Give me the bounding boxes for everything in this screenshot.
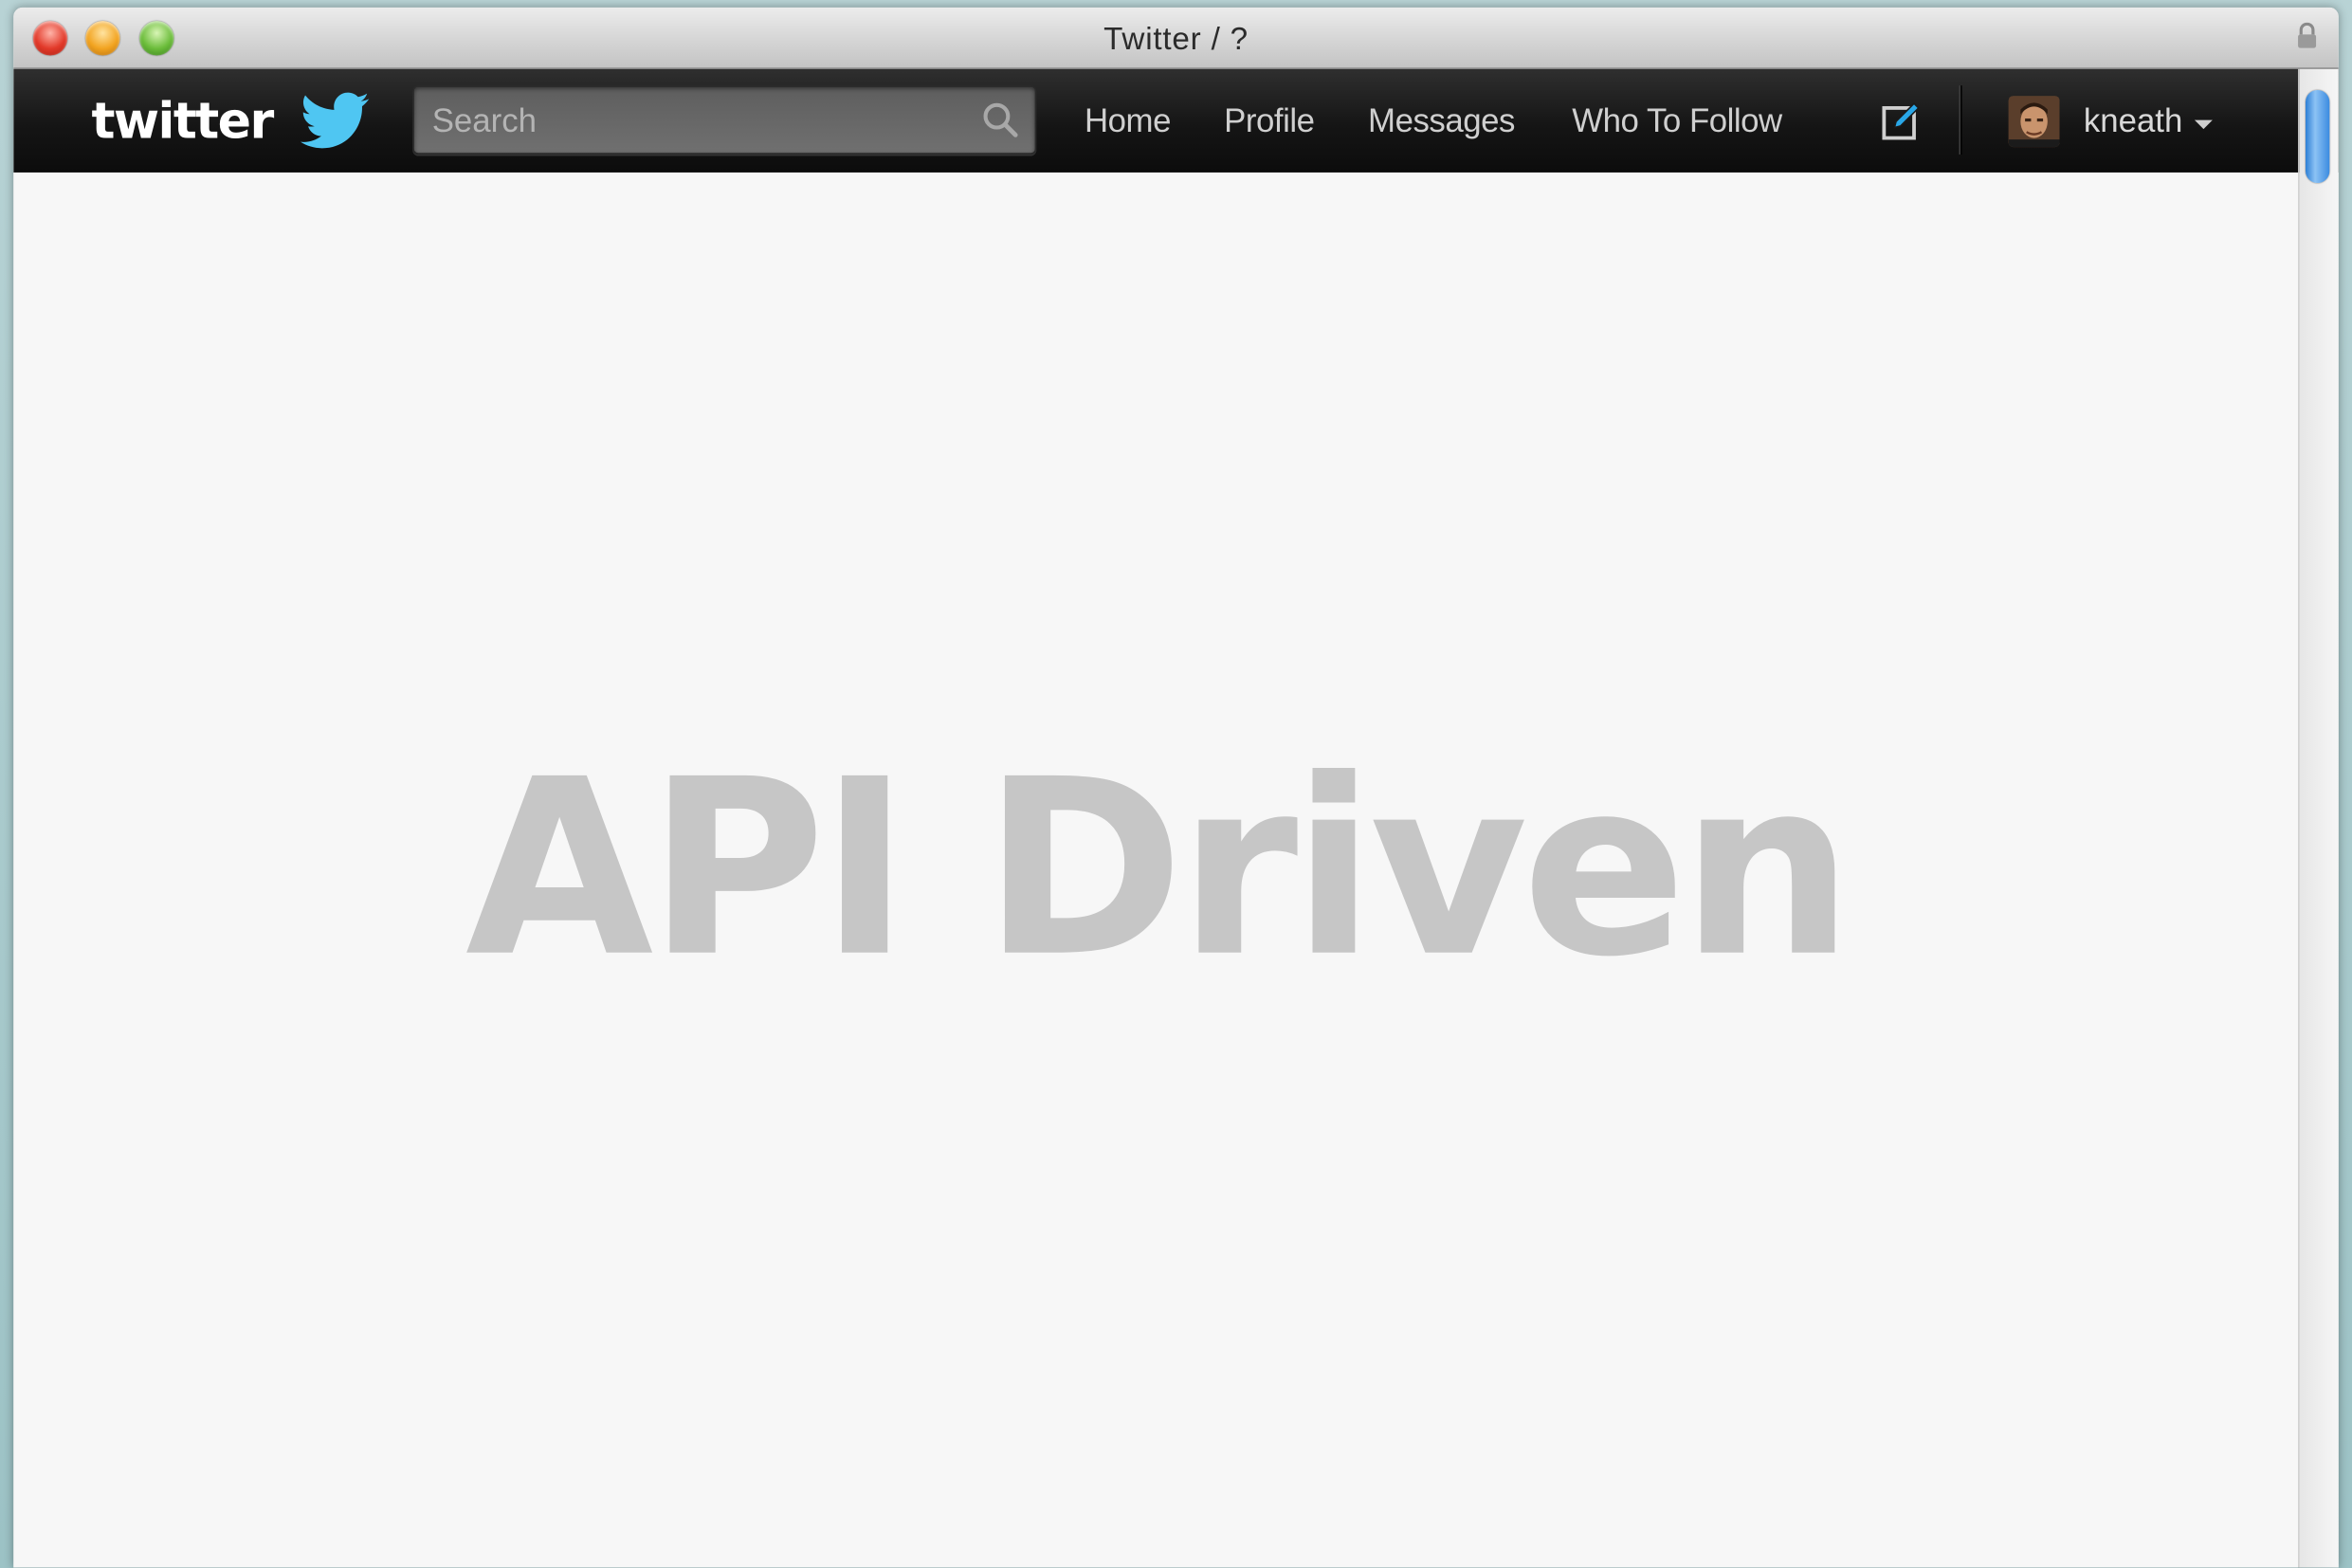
main-content: API Driven bbox=[13, 172, 2300, 1568]
twitter-bird-icon bbox=[300, 92, 370, 149]
compose-icon[interactable] bbox=[1881, 100, 1923, 142]
search-icon[interactable] bbox=[981, 100, 1020, 139]
nav-who-to-follow-link[interactable]: Who To Follow bbox=[1572, 102, 1782, 141]
search-box bbox=[412, 85, 1037, 156]
nav-profile-link[interactable]: Profile bbox=[1224, 102, 1315, 141]
account-username[interactable]: kneath bbox=[2084, 102, 2183, 141]
browser-window: Twitter / ? twitter Home Profile Message… bbox=[13, 7, 2339, 1568]
page-headline: API Driven bbox=[465, 728, 1853, 1012]
twitter-logo[interactable]: twitter bbox=[92, 84, 275, 159]
top-navigation-bar: twitter Home Profile Messages Who To Fol… bbox=[13, 68, 2339, 173]
nav-divider bbox=[1959, 85, 1961, 155]
desktop-background: Twitter / ? twitter Home Profile Message… bbox=[0, 0, 2352, 1568]
window-title: Twitter / ? bbox=[1103, 22, 1249, 58]
window-titlebar[interactable]: Twitter / ? bbox=[13, 7, 2339, 69]
vertical-scrollbar[interactable] bbox=[2298, 68, 2339, 1568]
avatar[interactable] bbox=[2008, 96, 2060, 148]
lock-icon bbox=[2298, 22, 2317, 48]
nav-messages-link[interactable]: Messages bbox=[1368, 102, 1515, 141]
user-photo-icon bbox=[2008, 96, 2060, 148]
nav-home-link[interactable]: Home bbox=[1085, 102, 1171, 141]
chevron-down-icon[interactable] bbox=[2194, 119, 2213, 130]
search-input[interactable] bbox=[428, 86, 975, 156]
scrollbar-thumb[interactable] bbox=[2305, 89, 2330, 184]
